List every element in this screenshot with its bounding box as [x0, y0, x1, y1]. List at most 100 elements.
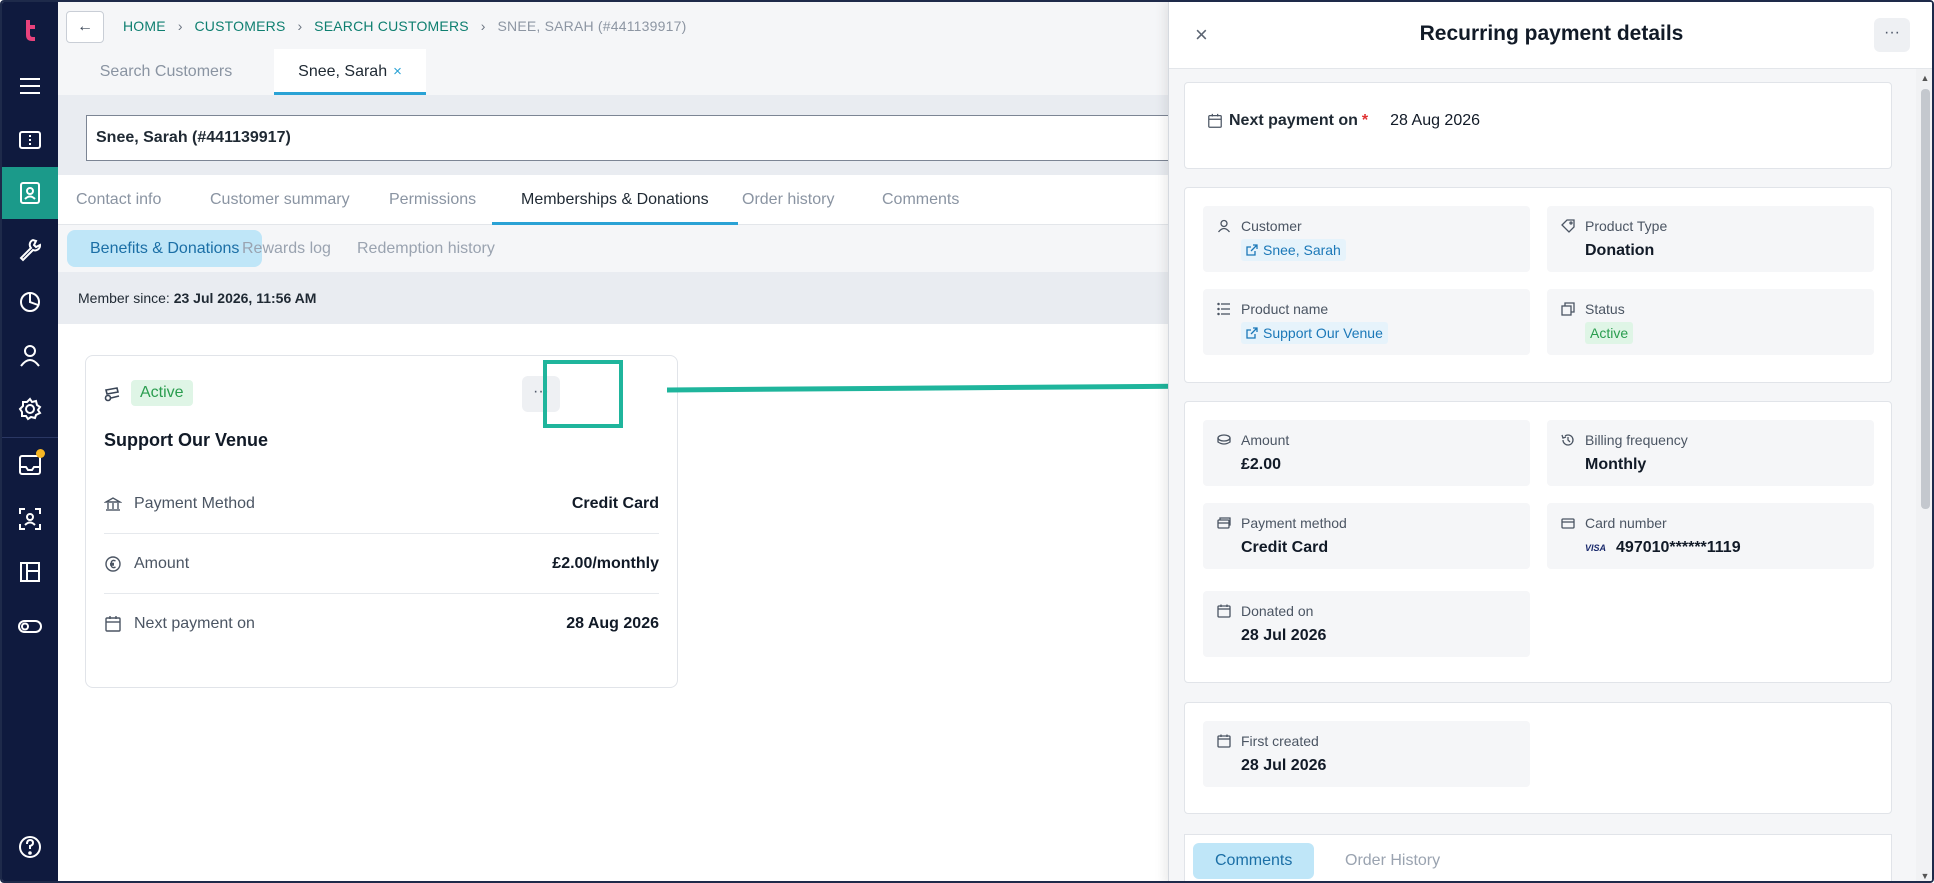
row-label: Payment Method — [134, 494, 255, 512]
customer-field-card: Customer Snee, Sarah — [1203, 206, 1530, 272]
tab-customer[interactable]: Snee, Sarah × — [274, 49, 426, 95]
calendar-icon — [1217, 734, 1231, 748]
breadcrumb-home[interactable]: HOME — [123, 18, 166, 34]
tab-search-customers[interactable]: Search Customers — [58, 49, 274, 95]
status-badge: Active — [1585, 322, 1634, 344]
tag-icon — [1561, 219, 1575, 233]
sidebar — [2, 2, 58, 881]
bank-icon — [104, 496, 122, 511]
menu-icon[interactable] — [2, 60, 58, 112]
pill-redemption-history[interactable]: Redemption history — [334, 230, 518, 267]
field-value: Donation — [1585, 242, 1655, 259]
next-payment-section: Next payment on * 28 Aug 2026 — [1184, 82, 1892, 169]
annotation-arrow — [667, 369, 1226, 403]
scroll-up-icon[interactable]: ▲ — [1920, 73, 1930, 83]
wrench-icon[interactable] — [2, 223, 58, 275]
row-value: 28 Aug 2026 — [566, 615, 659, 632]
scroll-down-icon[interactable]: ▼ — [1920, 871, 1930, 881]
tab-order-history[interactable]: Order History — [1323, 843, 1462, 879]
field-label: Donated on — [1241, 603, 1314, 619]
customer-link[interactable]: Snee, Sarah — [1241, 239, 1346, 261]
back-button[interactable]: ← — [66, 11, 104, 43]
field-value: 28 Jul 2026 — [1241, 627, 1327, 644]
reports-icon[interactable] — [2, 276, 58, 328]
field-value: Monthly — [1585, 456, 1647, 473]
logo-icon[interactable] — [2, 4, 58, 56]
inbox-icon[interactable] — [2, 439, 58, 491]
chevron-right-icon: › — [297, 18, 303, 34]
product-type-card: Product Type Donation — [1547, 206, 1874, 272]
breadcrumb-customers[interactable]: CUSTOMERS — [194, 18, 285, 34]
sidebar-divider — [2, 437, 58, 438]
product-name-card: Product name Support Our Venue — [1203, 289, 1530, 355]
field-label: Payment method — [1241, 515, 1347, 531]
face-scan-icon[interactable] — [2, 493, 58, 545]
help-icon[interactable] — [2, 821, 58, 873]
field-value: £2.00 — [1241, 456, 1282, 473]
tab-permissions[interactable]: Permissions — [389, 175, 476, 225]
product-section: Customer Snee, Sarah Product Type Donati… — [1184, 187, 1892, 383]
drawer-header: × Recurring payment details ··· — [1169, 2, 1932, 69]
calendar-icon — [105, 616, 121, 632]
external-link-icon — [1246, 244, 1258, 256]
donation-card: Active ··· Support Our Venue Payment Met… — [85, 355, 678, 688]
chevron-right-icon: › — [177, 18, 183, 34]
next-payment: Next payment on * 28 Aug 2026 — [1207, 112, 1480, 130]
breadcrumb-search-customers[interactable]: SEARCH CUSTOMERS — [314, 18, 469, 34]
amount-card: Amount £2.00 — [1203, 420, 1530, 486]
credit-card-icon — [1561, 518, 1575, 529]
member-since-value: 23 Jul 2026, 11:56 AM — [173, 290, 317, 306]
field-label: Billing frequency — [1585, 432, 1688, 448]
customer-field[interactable]: Snee, Sarah (#441139917) — [86, 115, 1226, 161]
history-icon — [1561, 434, 1574, 446]
donation-icon — [104, 387, 120, 402]
drawer-tabs: Comments Order History — [1184, 834, 1892, 881]
settings-icon[interactable] — [2, 383, 58, 435]
product-link[interactable]: Support Our Venue — [1241, 322, 1388, 344]
more-options-button[interactable]: ··· — [522, 376, 560, 412]
tab-contact-info[interactable]: Contact info — [76, 175, 161, 225]
card-number-text: 497010******1119 — [1616, 539, 1741, 556]
calendar-icon — [1217, 604, 1231, 618]
visa-icon: VISA — [1585, 543, 1607, 553]
arrow-left-icon: ← — [77, 18, 93, 35]
toggle-icon[interactable] — [2, 600, 58, 652]
drawer-title: Recurring payment details — [1419, 22, 1684, 45]
tab-comments[interactable]: Comments — [882, 175, 959, 225]
card-number-card: Card number VISA 497010******1119 — [1547, 503, 1874, 569]
next-payment-value[interactable]: 28 Aug 2026 — [1390, 112, 1480, 130]
customers-icon[interactable] — [2, 167, 58, 219]
field-label: First created — [1241, 733, 1319, 749]
field-label: Customer — [1241, 218, 1302, 234]
tab-customer-summary[interactable]: Customer summary — [210, 175, 350, 225]
breadcrumb-current: SNEE, SARAH (#441139917) — [497, 18, 687, 34]
next-payment-row: Next payment on 28 Aug 2026 — [104, 594, 659, 654]
tab-comments[interactable]: Comments — [1193, 843, 1315, 879]
cards-icon — [1217, 517, 1231, 529]
payment-section: Amount £2.00 Billing frequency Monthly P… — [1184, 401, 1892, 683]
payment-method-row: Payment Method Credit Card — [104, 474, 659, 534]
tab-memberships-donations[interactable]: Memberships & Donations — [492, 175, 738, 225]
row-label: Next payment on — [134, 615, 255, 632]
close-tab-icon[interactable]: × — [393, 63, 402, 80]
notification-dot — [36, 449, 45, 458]
amount-row: Amount £2.00/monthly — [104, 534, 659, 594]
created-section: First created 28 Jul 2026 — [1184, 702, 1892, 814]
scroll-thumb[interactable] — [1921, 89, 1930, 509]
field-value: 28 Jul 2026 — [1241, 757, 1327, 774]
tab-order-history[interactable]: Order history — [742, 175, 834, 225]
user-icon[interactable] — [2, 329, 58, 381]
drawer-more-button[interactable]: ··· — [1874, 18, 1910, 52]
recurring-payment-drawer: × Recurring payment details ··· Next pay… — [1168, 2, 1932, 881]
drawer-scrollbar[interactable]: ▲ ▼ — [1916, 69, 1932, 881]
next-payment-label: Next payment on — [1229, 112, 1358, 129]
row-value: £2.00/monthly — [552, 554, 659, 572]
product-link-label: Support Our Venue — [1263, 325, 1383, 341]
tab-customer-label: Snee, Sarah — [298, 63, 388, 80]
ticket-icon[interactable] — [2, 114, 58, 166]
board-icon[interactable] — [2, 546, 58, 598]
customer-link-label: Snee, Sarah — [1263, 242, 1341, 258]
field-label: Card number — [1585, 515, 1667, 531]
row-value: Credit Card — [571, 494, 659, 512]
currency-icon — [105, 555, 121, 572]
